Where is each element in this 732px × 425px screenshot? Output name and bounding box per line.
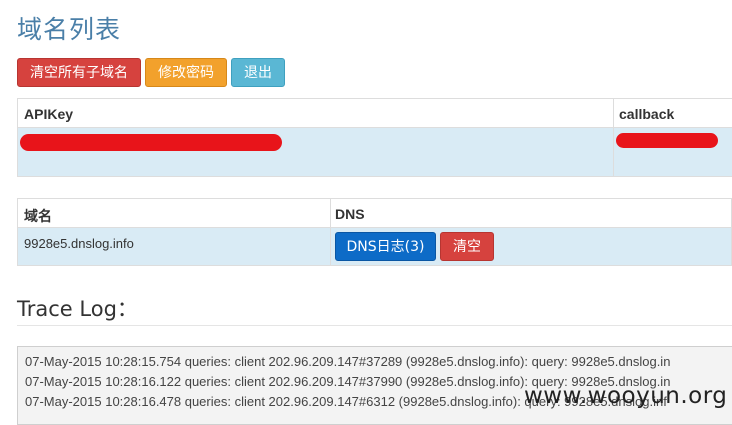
callback-redaction-mark	[616, 133, 718, 148]
apikey-redaction-mark	[20, 134, 282, 151]
header-divider	[18, 127, 732, 128]
api-table: APIKey callback	[17, 98, 732, 177]
watermark: www.wooyun.org	[524, 383, 728, 409]
trace-log-title: Trace Log：	[17, 297, 138, 321]
callback-header: callback	[619, 106, 675, 122]
change-password-button[interactable]: 修改密码	[145, 58, 227, 87]
page-title: 域名列表	[17, 15, 122, 44]
domain-cell: 9928e5.dnslog.info	[24, 236, 134, 251]
dns-log-button[interactable]: DNS日志(3)	[335, 232, 436, 261]
logout-button[interactable]: 退出	[231, 58, 285, 87]
apikey-header: APIKey	[24, 106, 74, 122]
column-divider	[330, 199, 331, 265]
domain-table: 域名 DNS 9928e5.dnslog.info DNS日志(3) 清空	[17, 198, 732, 266]
section-divider	[17, 325, 732, 326]
dns-header: DNS	[335, 206, 365, 222]
log-line: 07-May-2015 10:28:15.754 queries: client…	[25, 354, 671, 369]
clear-domain-button[interactable]: 清空	[440, 232, 494, 261]
clear-all-subdomains-button[interactable]: 清空所有子域名	[17, 58, 141, 87]
domain-header: 域名	[24, 208, 52, 224]
column-divider	[613, 99, 614, 176]
